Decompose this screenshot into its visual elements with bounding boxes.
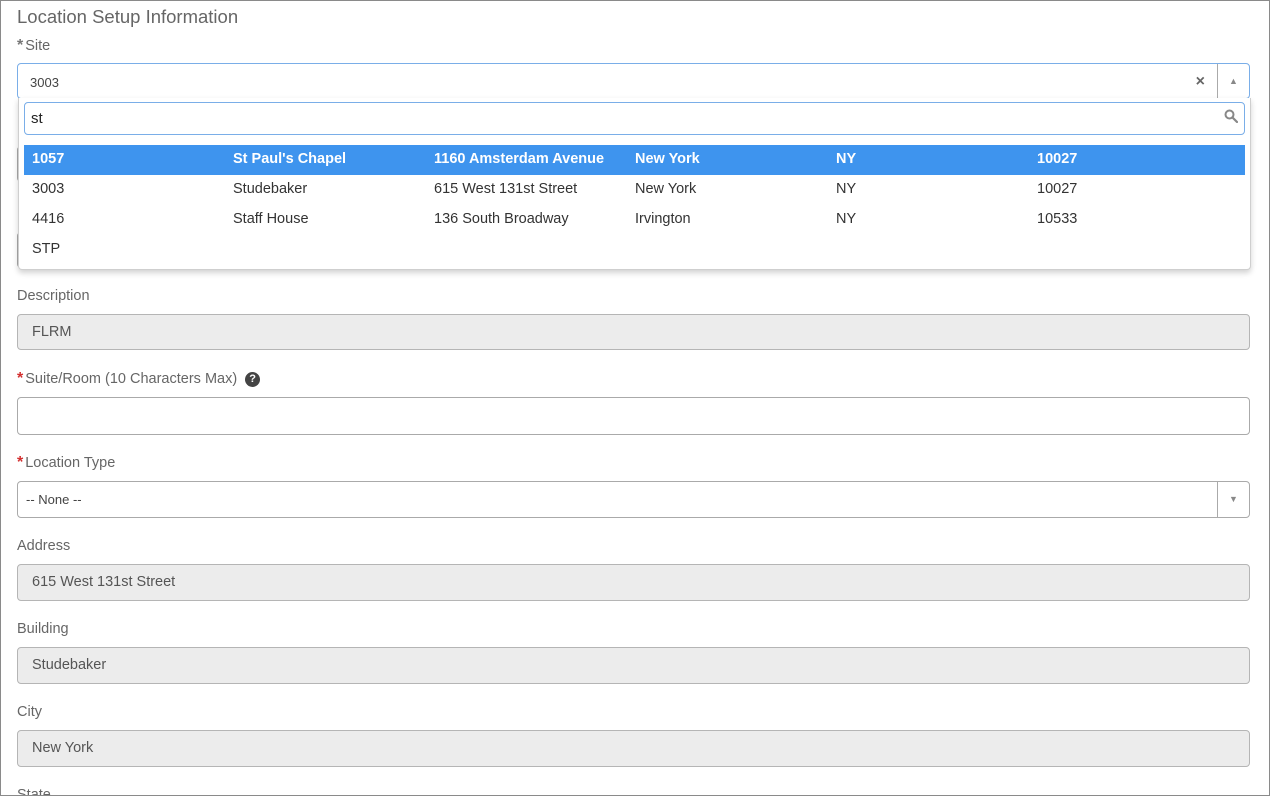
building-label: Building	[17, 621, 69, 637]
option-code: 4416	[32, 211, 65, 227]
city-label: City	[17, 704, 42, 720]
required-marker: *	[17, 37, 24, 54]
state-label: State	[17, 787, 51, 796]
option-name: Studebaker	[233, 181, 308, 197]
option-state: NY	[836, 181, 857, 197]
description-label: Description	[17, 288, 90, 304]
required-marker: *	[17, 370, 24, 387]
chevron-down-icon[interactable]: ▼	[1217, 482, 1249, 517]
section-title: Location Setup Information	[17, 6, 239, 27]
description-field: FLRM	[17, 314, 1250, 350]
option-name: St Paul's Chapel	[233, 151, 347, 167]
option-code: 1057	[32, 151, 65, 167]
dropdown-option[interactable]: 4416 Staff House 136 South Broadway Irvingt…	[24, 205, 1245, 235]
address-label: Address	[17, 538, 71, 554]
dropdown-search-box[interactable]	[24, 102, 1245, 135]
suite-room-label: * Suite/Room (10 Characters Max)?	[17, 370, 261, 388]
option-state: NY	[836, 151, 857, 167]
site-select-value: 3003	[30, 75, 59, 90]
required-marker: *	[17, 454, 24, 471]
option-name: Staff House	[233, 211, 309, 227]
site-label: * Site	[17, 37, 51, 54]
option-city: Irvington	[635, 211, 691, 227]
building-field: Studebaker	[17, 647, 1250, 684]
description-value: FLRM	[32, 324, 72, 340]
location-type-label: * Location Type	[17, 454, 116, 471]
option-code: 3003	[32, 181, 65, 197]
chevron-up-icon[interactable]: ▲	[1217, 64, 1249, 98]
dropdown-search-input[interactable]	[29, 106, 1213, 130]
option-code: STP	[32, 241, 61, 257]
city-field: New York	[17, 730, 1250, 767]
option-state: NY	[836, 211, 857, 227]
option-city: New York	[635, 181, 697, 197]
dropdown-option[interactable]: 1057 St Paul's Chapel 1160 Amsterdam Avenu…	[24, 145, 1245, 175]
city-value: New York	[32, 740, 94, 756]
option-zip: 10533	[1037, 211, 1078, 227]
suite-room-input[interactable]	[17, 397, 1250, 435]
site-dropdown: 1057 St Paul's Chapel 1160 Amsterdam Avenu…	[18, 98, 1251, 270]
option-city: New York	[635, 151, 700, 167]
option-zip: 10027	[1037, 181, 1078, 197]
address-field: 615 West 131st Street	[17, 564, 1250, 601]
site-select[interactable]: 3003 × ▲	[17, 63, 1250, 99]
option-address: 1160 Amsterdam Avenue	[434, 151, 605, 167]
location-type-select[interactable]: -- None -- ▼	[17, 481, 1250, 518]
search-icon	[1224, 109, 1238, 123]
dropdown-options-list: 1057 St Paul's Chapel 1160 Amsterdam Avenu…	[24, 145, 1245, 265]
address-value: 615 West 131st Street	[32, 574, 176, 590]
option-address: 615 West 131st Street	[434, 181, 578, 197]
dropdown-option[interactable]: STP	[24, 235, 1245, 265]
question-circle-icon[interactable]: ?	[245, 372, 261, 387]
location-type-value: -- None --	[26, 492, 82, 507]
clear-icon[interactable]: ×	[1196, 73, 1205, 91]
dropdown-option[interactable]: 3003 Studebaker 615 West 131st Street New Y…	[24, 175, 1245, 205]
location-setup-form: Location Setup Information * Site 3003 × …	[0, 0, 1270, 796]
building-value: Studebaker	[32, 657, 107, 673]
option-address: 136 South Broadway	[434, 211, 569, 227]
option-zip: 10027	[1037, 151, 1078, 167]
